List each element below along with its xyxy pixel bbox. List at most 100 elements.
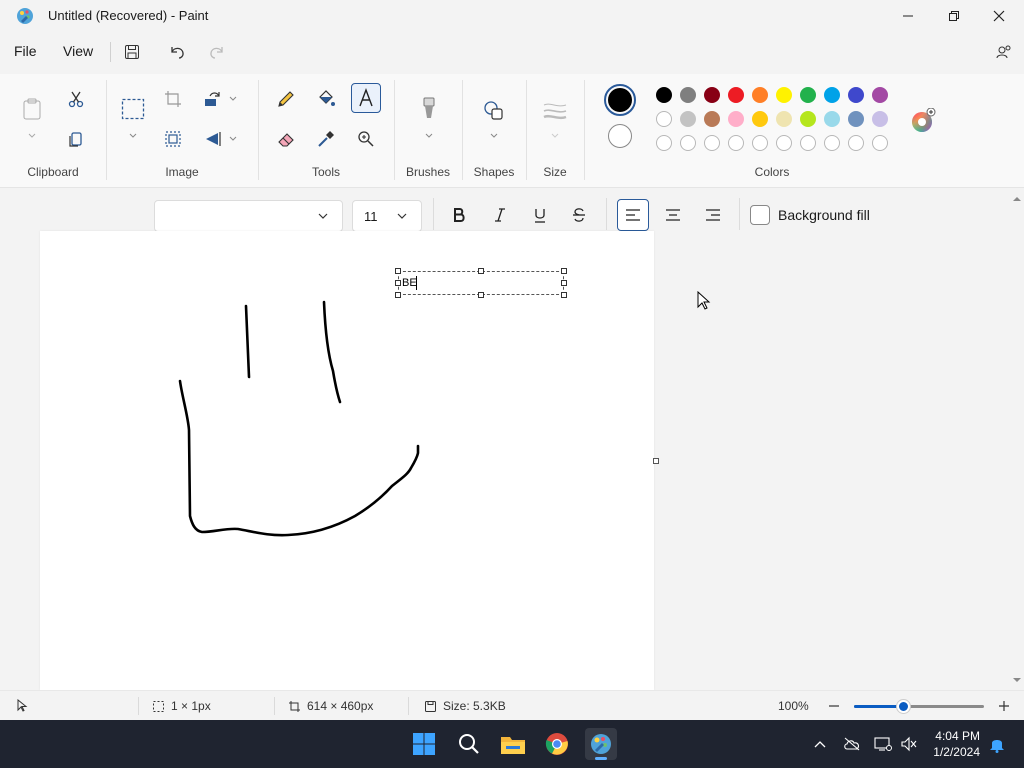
flip-icon[interactable]	[198, 124, 228, 154]
color-swatch[interactable]	[872, 111, 888, 127]
file-menu[interactable]: File	[14, 43, 37, 59]
pencil-icon[interactable]	[271, 84, 301, 114]
resize-handle[interactable]	[561, 280, 567, 286]
resize-handle[interactable]	[561, 292, 567, 298]
custom-color-slot[interactable]	[824, 135, 840, 151]
color-swatch[interactable]	[680, 111, 696, 127]
color-swatch[interactable]	[656, 111, 672, 127]
resize-icon[interactable]	[158, 124, 188, 154]
maximize-button[interactable]	[930, 0, 976, 32]
volume-muted-icon[interactable]	[899, 734, 919, 754]
color-picker-icon[interactable]	[311, 124, 341, 154]
resize-handle[interactable]	[395, 268, 401, 274]
zoom-slider[interactable]	[854, 700, 984, 713]
color-swatch[interactable]	[728, 87, 744, 103]
save-icon[interactable]	[120, 40, 144, 64]
bold-icon[interactable]	[444, 200, 474, 230]
flip-dropdown-icon[interactable]	[228, 134, 238, 144]
cut-button[interactable]	[61, 84, 91, 114]
custom-color-slot[interactable]	[704, 135, 720, 151]
paste-dropdown-icon[interactable]	[27, 131, 37, 141]
scroll-down-icon[interactable]	[1013, 677, 1021, 683]
align-left-icon[interactable]	[617, 199, 649, 231]
resize-handle[interactable]	[395, 292, 401, 298]
custom-color-slot[interactable]	[872, 135, 888, 151]
copy-button[interactable]	[61, 124, 91, 154]
paint-taskbar-icon[interactable]	[585, 728, 617, 760]
color-swatch[interactable]	[824, 87, 840, 103]
size-dropdown-icon[interactable]	[550, 131, 560, 141]
color-swatch[interactable]	[752, 111, 768, 127]
edit-colors-icon[interactable]	[910, 107, 936, 132]
search-icon[interactable]	[453, 728, 485, 760]
custom-color-slot[interactable]	[656, 135, 672, 151]
rotate-icon[interactable]	[198, 84, 228, 114]
drawing-canvas[interactable]: BE	[40, 231, 654, 690]
color-swatch[interactable]	[848, 87, 864, 103]
font-size-dropdown[interactable]: 11	[352, 200, 422, 232]
vertical-scrollbar[interactable]	[1010, 196, 1024, 690]
strikethrough-icon[interactable]	[564, 200, 594, 230]
eraser-icon[interactable]	[271, 124, 301, 154]
custom-color-slot[interactable]	[848, 135, 864, 151]
redo-icon[interactable]	[205, 40, 229, 64]
account-icon[interactable]	[992, 40, 1016, 64]
italic-icon[interactable]	[485, 200, 515, 230]
background-fill-checkbox[interactable]	[750, 205, 770, 225]
zoom-in-icon[interactable]	[997, 699, 1011, 713]
paste-button[interactable]	[17, 94, 47, 124]
primary-color-button[interactable]	[604, 84, 636, 116]
custom-color-slot[interactable]	[776, 135, 792, 151]
brush-dropdown-icon[interactable]	[424, 131, 434, 141]
custom-color-slot[interactable]	[800, 135, 816, 151]
color-swatch[interactable]	[800, 87, 816, 103]
select-dropdown-icon[interactable]	[128, 131, 138, 141]
file-explorer-icon[interactable]	[497, 728, 529, 760]
underline-icon[interactable]	[525, 200, 555, 230]
color-swatch[interactable]	[680, 87, 696, 103]
shapes-dropdown-icon[interactable]	[489, 131, 499, 141]
view-menu[interactable]: View	[63, 43, 93, 59]
color-swatch[interactable]	[704, 111, 720, 127]
color-swatch[interactable]	[824, 111, 840, 127]
rotate-dropdown-icon[interactable]	[228, 94, 238, 104]
notification-bell-icon[interactable]	[987, 734, 1007, 754]
color-swatch[interactable]	[800, 111, 816, 127]
brush-icon[interactable]	[414, 94, 444, 124]
custom-color-slot[interactable]	[680, 135, 696, 151]
color-swatch[interactable]	[776, 111, 792, 127]
zoom-slider-thumb[interactable]	[897, 700, 911, 713]
chevron-up-icon[interactable]	[810, 734, 830, 754]
color-swatch[interactable]	[848, 111, 864, 127]
stroke-size-icon[interactable]	[540, 96, 570, 126]
resize-handle[interactable]	[478, 268, 484, 274]
color-swatch[interactable]	[656, 87, 672, 103]
zoom-out-icon[interactable]	[827, 699, 841, 713]
align-center-icon[interactable]	[658, 200, 688, 230]
resize-handle[interactable]	[478, 292, 484, 298]
font-family-dropdown[interactable]	[154, 200, 343, 232]
scroll-up-icon[interactable]	[1013, 196, 1021, 202]
color-swatch[interactable]	[704, 87, 720, 103]
align-right-icon[interactable]	[698, 200, 728, 230]
color-swatch[interactable]	[752, 87, 768, 103]
network-icon[interactable]	[873, 734, 893, 754]
close-button[interactable]	[976, 0, 1022, 32]
zoom-level-text[interactable]: 100%	[778, 699, 809, 713]
secondary-color-button[interactable]	[608, 124, 632, 148]
resize-handle[interactable]	[561, 268, 567, 274]
custom-color-slot[interactable]	[752, 135, 768, 151]
chrome-icon[interactable]	[541, 728, 573, 760]
canvas-resize-handle[interactable]	[653, 458, 659, 464]
select-button[interactable]	[118, 94, 148, 124]
color-swatch[interactable]	[776, 87, 792, 103]
color-swatch[interactable]	[728, 111, 744, 127]
fill-bucket-icon[interactable]	[311, 84, 341, 114]
magnifier-icon[interactable]	[351, 124, 381, 154]
undo-icon[interactable]	[165, 40, 189, 64]
text-tool-icon[interactable]	[351, 83, 381, 113]
crop-icon[interactable]	[158, 84, 188, 114]
resize-handle[interactable]	[395, 280, 401, 286]
system-clock[interactable]: 4:04 PM 1/2/2024	[933, 728, 980, 760]
shapes-icon[interactable]	[479, 96, 509, 126]
